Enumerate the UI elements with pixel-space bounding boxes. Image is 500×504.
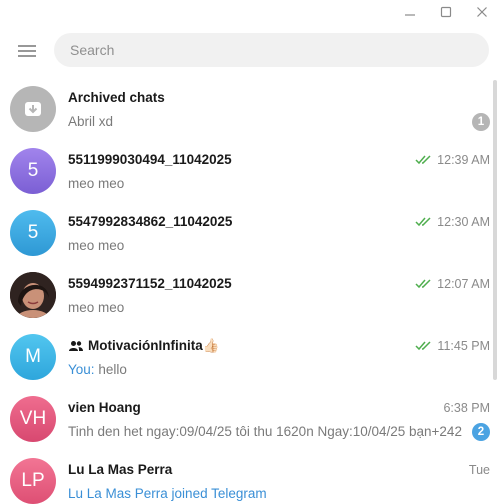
header <box>0 24 500 78</box>
archive-box-icon <box>25 102 41 116</box>
chat-item[interactable]: 5 5547992834862_11042025 meo meo 12:30 A… <box>0 202 496 264</box>
chat-time: 12:30 AM <box>415 215 490 229</box>
unread-badge: 2 <box>472 423 490 441</box>
chat-name: 5547992834862_11042025 <box>68 214 233 229</box>
chat-item-archived[interactable]: Archived chats Abril xd 1 <box>0 78 496 140</box>
chat-name: Lu La Mas Perra <box>68 462 173 477</box>
chat-item[interactable]: LP Lu La Mas Perra Lu La Mas Perra joine… <box>0 450 496 504</box>
chat-name: 5594992371152_11042025 <box>68 276 232 291</box>
close-button[interactable] <box>464 0 500 24</box>
chat-time-label: 11:45 PM <box>437 339 490 353</box>
chat-preview: meo meo <box>68 300 125 315</box>
chat-time-label: 12:30 AM <box>437 215 490 229</box>
chat-preview-text: hello <box>98 362 127 377</box>
search-input[interactable] <box>54 33 489 67</box>
chat-name: vien Hoang <box>68 400 141 415</box>
chat-preview: Tinh den het ngay:09/04/25 tôi thu 1620n… <box>68 424 462 439</box>
chat-item[interactable]: 5 5511999030494_11042025 meo meo 12:39 A… <box>0 140 496 202</box>
chat-name: MotivaciónInfinita👍🏻 <box>68 338 220 354</box>
avatar: 5 <box>10 148 56 194</box>
chat-preview: Abril xd <box>68 114 114 129</box>
chat-item[interactable]: 5594992371152_11042025 meo meo 12:07 AM <box>0 264 496 326</box>
scrollbar[interactable] <box>493 80 497 380</box>
double-check-icon <box>415 217 431 227</box>
chat-preview: meo meo <box>68 176 125 191</box>
avatar: 5 <box>10 210 56 256</box>
double-check-icon <box>415 279 431 289</box>
chat-time: Tue <box>469 463 490 477</box>
chat-preview: You: hello <box>68 362 127 377</box>
photo-avatar <box>10 272 56 318</box>
chat-name: Archived chats <box>68 90 165 105</box>
minimize-button[interactable] <box>392 0 428 24</box>
avatar: VH <box>10 396 56 442</box>
unread-badge: 1 <box>472 113 490 131</box>
chat-preview: Lu La Mas Perra joined Telegram <box>68 486 267 501</box>
profile-photo-icon <box>10 272 56 318</box>
chat-time: 6:38 PM <box>443 401 490 415</box>
double-check-icon <box>415 341 431 351</box>
group-people-icon <box>69 341 83 351</box>
close-icon <box>477 7 487 17</box>
chat-time: 12:39 AM <box>415 153 490 167</box>
chat-time: 11:45 PM <box>415 339 490 353</box>
chat-name-label: MotivaciónInfinita👍🏻 <box>88 338 220 353</box>
archive-avatar <box>10 86 56 132</box>
title-bar <box>0 0 500 24</box>
maximize-button[interactable] <box>428 0 464 24</box>
double-check-icon <box>415 155 431 165</box>
sender-prefix: You: <box>68 362 95 377</box>
chat-time-label: 6:38 PM <box>443 401 490 415</box>
avatar: M <box>10 334 56 380</box>
hamburger-menu-icon <box>18 45 36 57</box>
chat-preview: meo meo <box>68 238 125 253</box>
chat-name: 5511999030494_11042025 <box>68 152 232 167</box>
chat-time-label: Tue <box>468 463 490 477</box>
chat-item[interactable]: M MotivaciónInfinita👍🏻 You: hello 11:45 … <box>0 326 496 388</box>
chat-time-label: 12:39 AM <box>437 153 490 167</box>
menu-button[interactable] <box>10 37 44 65</box>
maximize-icon <box>440 6 452 18</box>
chat-item[interactable]: VH vien Hoang Tinh den het ngay:09/04/25… <box>0 388 496 450</box>
chat-time: 12:07 AM <box>415 277 490 291</box>
avatar: LP <box>10 458 56 504</box>
chat-time-label: 12:07 AM <box>437 277 490 291</box>
minimize-icon <box>405 14 415 16</box>
chat-list: Archived chats Abril xd 1 5 551199903049… <box>0 78 500 504</box>
